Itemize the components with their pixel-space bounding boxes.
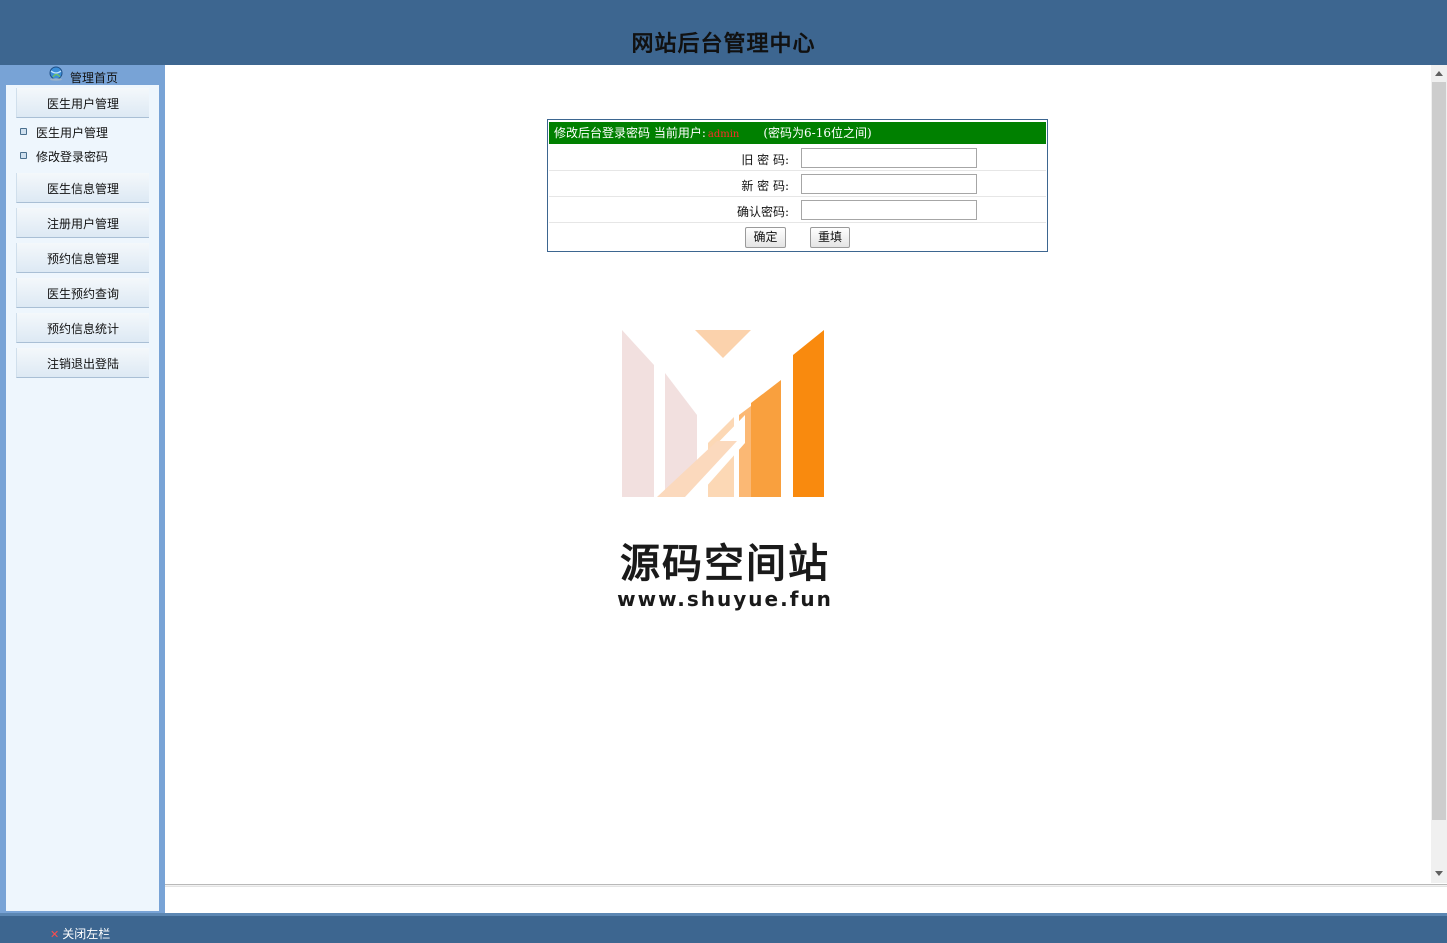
new-password-label: 新 密 码: xyxy=(741,179,789,193)
menu-group-registered-users[interactable]: 注册用户管理 xyxy=(16,208,149,238)
submit-button[interactable]: 确定 xyxy=(745,227,786,248)
old-password-row: 旧 密 码: xyxy=(549,145,1046,171)
header-bar: 网站后台管理中心 xyxy=(0,0,1447,65)
sidebar: 管理首页 医生用户管理 医生用户管理 修改登录密码 医生信息管理 注册用户管理 … xyxy=(0,65,165,913)
logo-site-url: www.shuyue.fun xyxy=(617,587,833,611)
page-title: 网站后台管理中心 xyxy=(631,32,816,57)
menu-group-logout[interactable]: 注销退出登陆 xyxy=(16,348,149,378)
logo-mark-icon xyxy=(622,330,824,497)
new-password-row: 新 密 码: xyxy=(549,171,1046,197)
scroll-down-arrow-icon[interactable] xyxy=(1435,871,1443,876)
menu-group-doctor-info[interactable]: 医生信息管理 xyxy=(16,173,149,203)
scrollbar-thumb[interactable] xyxy=(1432,82,1446,820)
sidebar-item-label: 医生用户管理 xyxy=(36,126,109,140)
current-user-name: admin xyxy=(707,129,740,140)
close-sidebar-label: 关闭左栏 xyxy=(62,927,111,941)
sidebar-home-label: 管理首页 xyxy=(70,71,119,85)
reset-button[interactable]: 重填 xyxy=(810,227,850,248)
old-password-input[interactable] xyxy=(801,148,977,168)
menu-group-appointments[interactable]: 预约信息管理 xyxy=(16,243,149,273)
confirm-password-input[interactable] xyxy=(801,200,977,220)
menu-group-doctor-users[interactable]: 医生用户管理 xyxy=(16,88,149,118)
site-logo: 源码空间站 www.shuyue.fun xyxy=(605,325,845,625)
confirm-password-row: 确认密码: xyxy=(549,197,1046,223)
logo-site-name: 源码空间站 xyxy=(620,541,830,587)
new-password-input[interactable] xyxy=(801,174,977,194)
content-scrollbar[interactable] xyxy=(1431,65,1447,883)
sidebar-menu: 医生用户管理 医生用户管理 修改登录密码 医生信息管理 注册用户管理 预约信息管… xyxy=(6,85,159,911)
sidebar-home-link[interactable]: 管理首页 xyxy=(0,65,165,85)
confirm-password-label: 确认密码: xyxy=(736,205,789,219)
sidebar-item-label: 修改登录密码 xyxy=(36,150,109,164)
square-bullet-icon xyxy=(20,152,27,159)
menu-group-appointment-stats[interactable]: 预约信息统计 xyxy=(16,313,149,343)
close-icon: ✕ xyxy=(50,928,60,941)
password-length-hint: (密码为6-16位之间) xyxy=(763,126,872,140)
form-heading-text: 修改后台登录密码 当前用户: xyxy=(554,126,706,140)
footer-bar: ✕ 关闭左栏 xyxy=(0,913,1447,943)
change-password-form: 修改后台登录密码 当前用户: admin (密码为6-16位之间) 旧 密 码: 新… xyxy=(547,119,1048,252)
old-password-label: 旧 密 码: xyxy=(741,153,789,167)
form-heading: 修改后台登录密码 当前用户: admin (密码为6-16位之间) xyxy=(549,122,1046,144)
frame-divider xyxy=(165,884,1447,887)
square-bullet-icon xyxy=(20,128,27,135)
scroll-up-arrow-icon[interactable] xyxy=(1435,71,1443,76)
globe-icon xyxy=(49,66,63,81)
close-sidebar-link[interactable]: ✕ 关闭左栏 xyxy=(50,925,110,941)
menu-group-appointment-query[interactable]: 医生预约查询 xyxy=(16,278,149,308)
